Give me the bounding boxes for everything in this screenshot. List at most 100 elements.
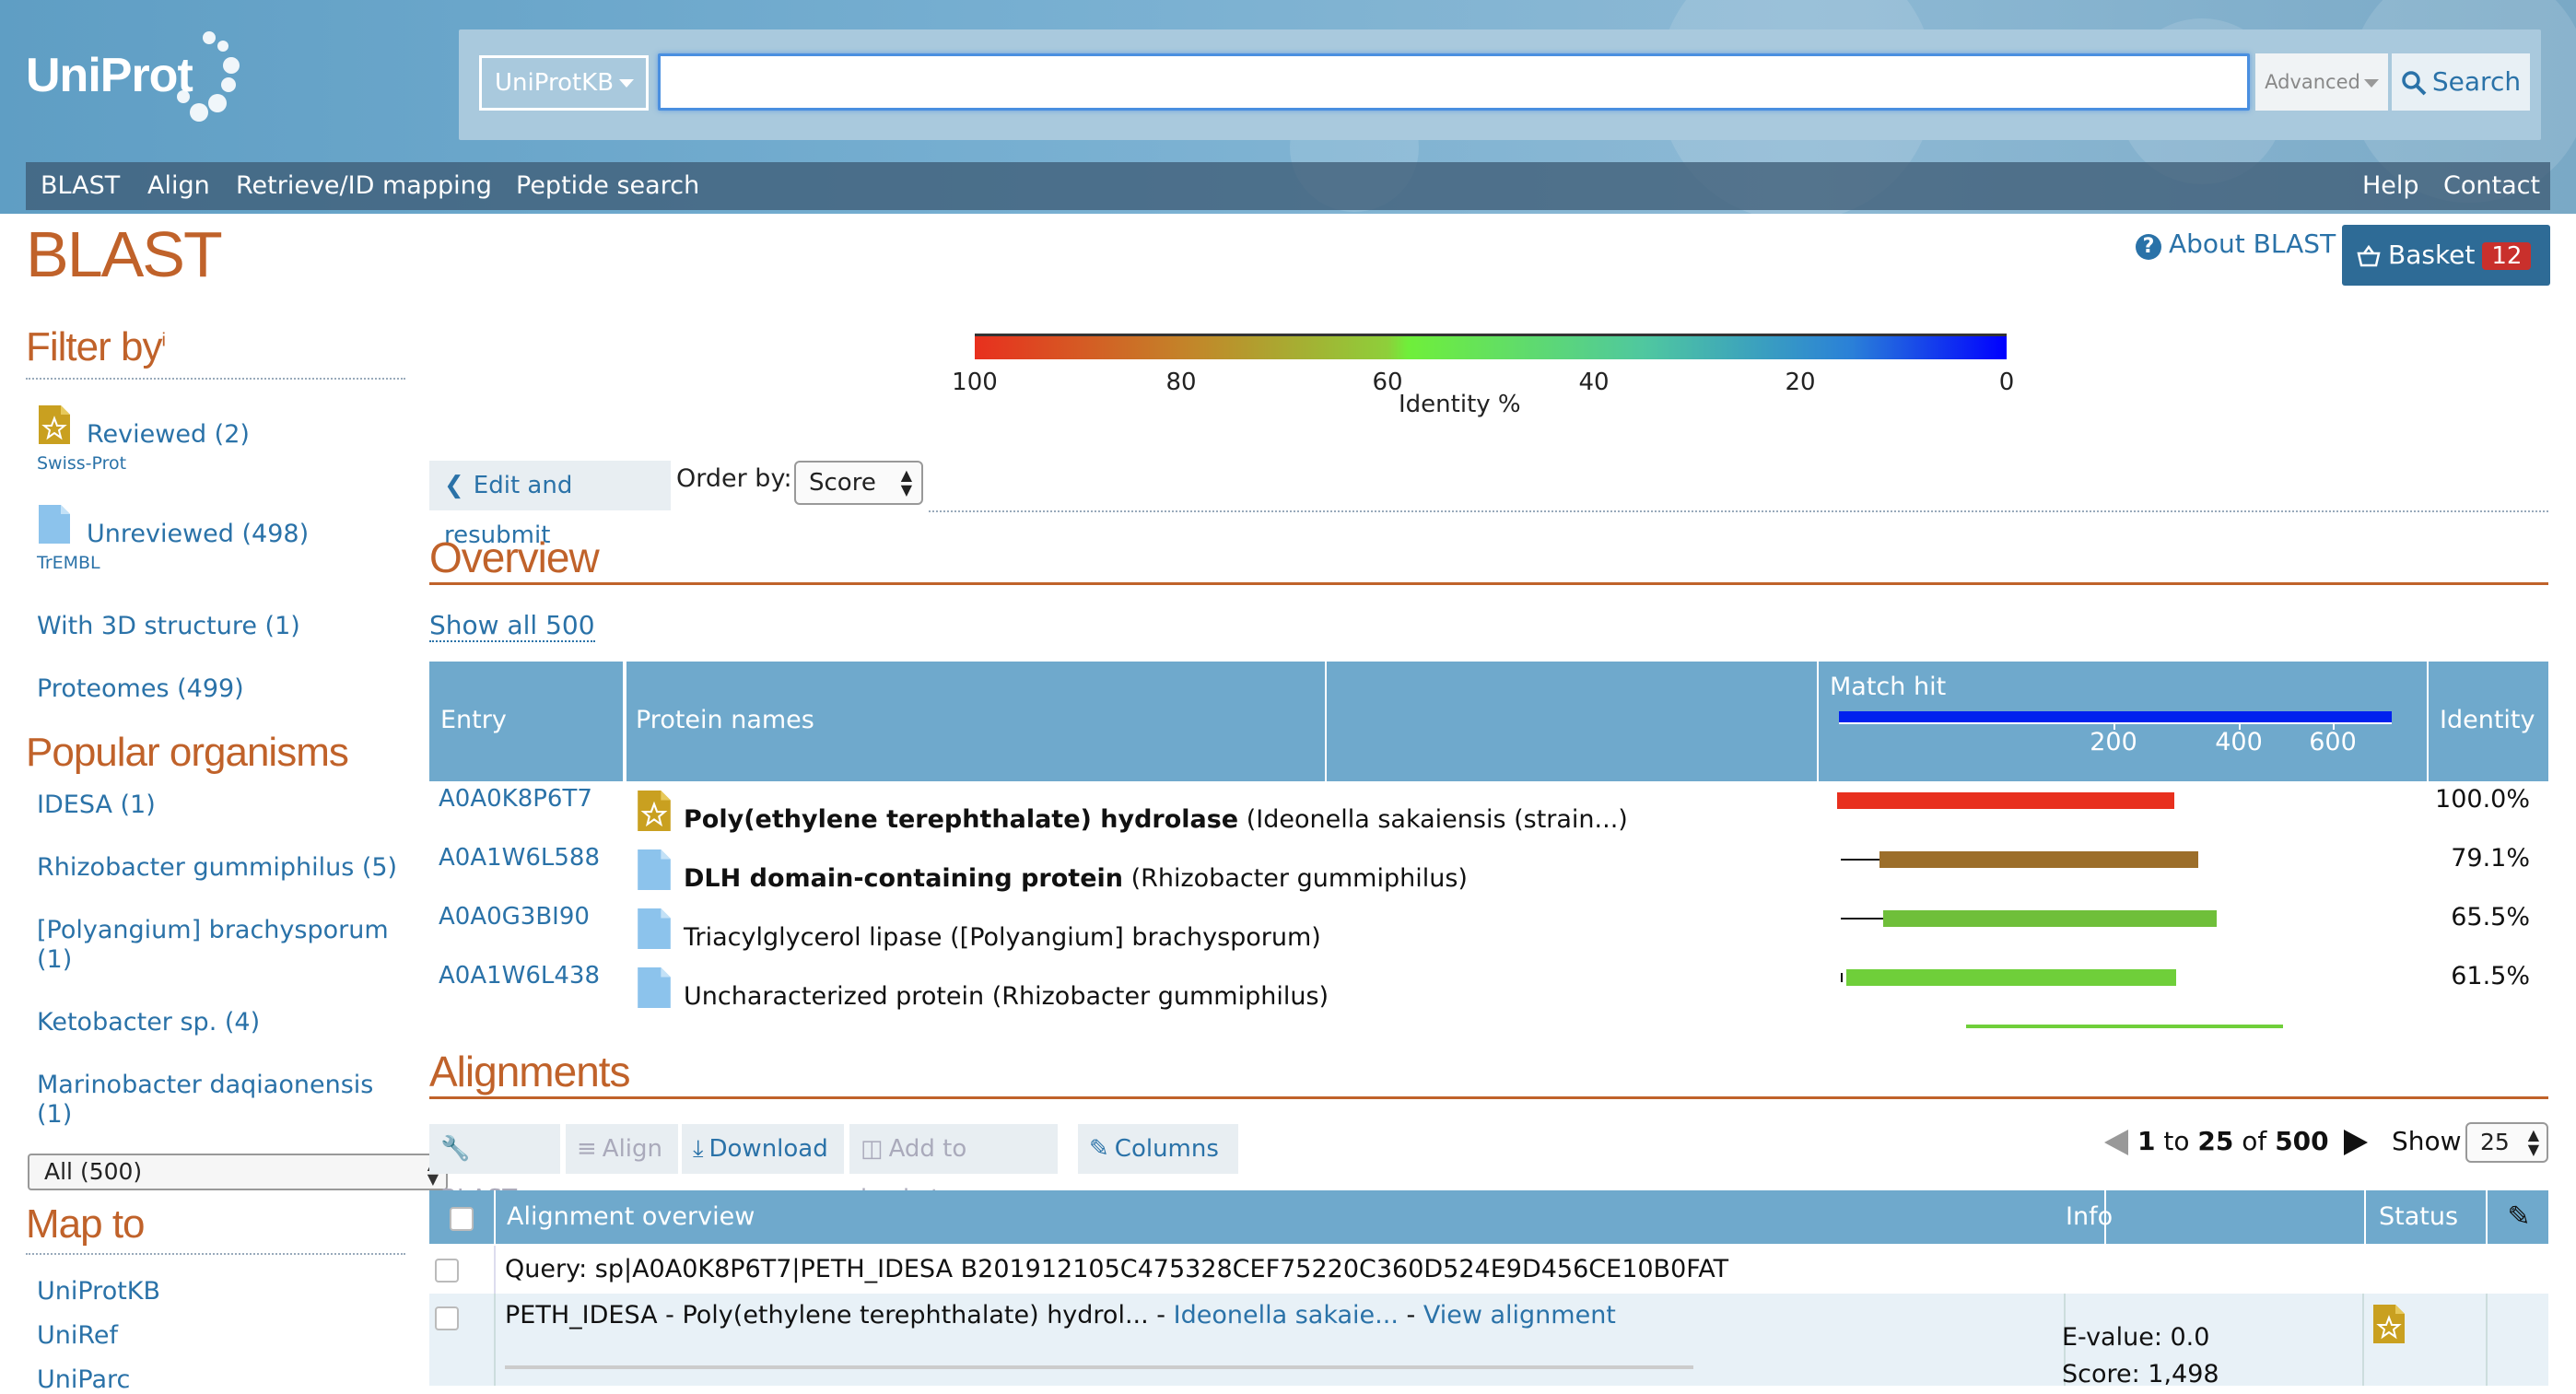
col-protein-names[interactable]: Protein names <box>625 662 1327 781</box>
search-button[interactable]: Search <box>2392 53 2530 111</box>
col-entry[interactable]: Entry <box>429 662 625 781</box>
add-to-basket-button[interactable]: ◫Add to basket <box>849 1124 1058 1212</box>
search-input[interactable] <box>658 53 2250 111</box>
row-checkbox[interactable] <box>435 1306 459 1330</box>
match-axis <box>1839 722 2392 724</box>
basket-button[interactable]: Basket 12 <box>2342 225 2550 322</box>
map-uniref[interactable]: UniRef <box>37 1321 118 1350</box>
col-status[interactable]: Status <box>2368 1190 2488 1244</box>
table-row[interactable] <box>429 1017 2548 1028</box>
align-button[interactable]: ≡ Align <box>566 1124 678 1174</box>
match-hit-line <box>1841 859 1879 861</box>
uniprot-logo[interactable]: UniProt <box>26 48 193 103</box>
organism-link[interactable]: Ideonella sakaie... <box>1174 1301 1399 1330</box>
page-size-select[interactable]: 25 ▲ ▼ <box>2465 1122 2548 1163</box>
match-hit-line <box>1841 918 1883 920</box>
evalue-text: E-value: 0.0 <box>2062 1323 2210 1352</box>
filter-unreviewed[interactable]: Unreviewed (498) <box>87 520 309 548</box>
alignments-heading: Alignments <box>429 1048 631 1095</box>
pencil-icon: ✎ <box>1089 1135 1109 1163</box>
divider <box>929 510 2548 512</box>
edit-columns-button[interactable]: ✎ <box>2489 1190 2548 1244</box>
identity-value: 61.5% <box>2451 962 2530 990</box>
col-info[interactable]: Info <box>2055 1190 2366 1244</box>
table-row[interactable]: A0A1W6L588 DLH domain-containing protein… <box>429 840 2548 899</box>
table-row[interactable]: A0A1W6L438 Uncharacterized protein (Rhiz… <box>429 958 2548 1017</box>
help-icon: ? <box>2136 234 2161 260</box>
col-identity[interactable]: Identity <box>2429 662 2548 781</box>
wrench-icon: 🔧 <box>440 1135 471 1163</box>
organism-select[interactable]: All (500)▲▼ <box>28 1154 448 1190</box>
chevron-left-icon: ❮ <box>444 472 464 499</box>
entry-link[interactable]: A0A1W6L588 <box>439 844 600 872</box>
match-tick-label: 600 <box>2309 728 2357 756</box>
nav-help[interactable]: Help <box>2362 162 2419 210</box>
match-tick-label: 200 <box>2090 728 2137 756</box>
organism-idesa[interactable]: IDESA (1) <box>37 791 156 819</box>
filter-info-icon[interactable]: i <box>161 330 166 350</box>
identity-value: 65.5% <box>2451 903 2530 931</box>
organism-ketobacter[interactable]: Ketobacter sp. (4) <box>37 1008 260 1037</box>
match-hit-bar[interactable] <box>1837 792 2174 809</box>
scale-tick: 20 <box>1785 369 1816 396</box>
match-hit-bar[interactable] <box>1846 969 2176 986</box>
show-all-link[interactable]: Show all 500 <box>429 610 595 642</box>
identity-value: 79.1% <box>2451 844 2530 873</box>
table-row[interactable]: A0A0G3BI90 Triacylglycerol lipase ([Poly… <box>429 899 2548 958</box>
map-to-heading: Map to <box>26 1201 146 1247</box>
hit-description: PETH_IDESA - Poly(ethylene terephthalate… <box>505 1301 1616 1330</box>
col-alignment-overview[interactable]: Alignment overview <box>496 1190 2106 1244</box>
nav-retrieve-id-mapping[interactable]: Retrieve/ID mapping <box>236 162 492 210</box>
database-select[interactable]: UniProtKB <box>479 55 649 111</box>
match-hit-bar[interactable] <box>1966 1025 2283 1028</box>
filter-reviewed[interactable]: Reviewed (2) <box>87 420 250 449</box>
next-page-icon[interactable] <box>2343 1130 2368 1155</box>
match-hit-bar[interactable] <box>1879 851 2198 868</box>
entry-link[interactable]: A0A0K8P6T7 <box>439 785 592 813</box>
download-button[interactable]: ⤓ Download <box>682 1124 844 1174</box>
blast-button[interactable]: 🔧BLAST <box>429 1124 560 1212</box>
protein-name: Triacylglycerol lipase ([Polyangium] bra… <box>684 923 1321 952</box>
logo-dots-icon <box>175 28 240 129</box>
basket-count-badge: 12 <box>2482 242 2532 270</box>
organism-marinobacter-count[interactable]: (1) <box>37 1100 72 1129</box>
filter-3d-structure[interactable]: With 3D structure (1) <box>37 612 300 640</box>
columns-button[interactable]: ✎ Columns <box>1078 1124 1238 1174</box>
filter-proteomes[interactable]: Proteomes (499) <box>37 674 244 703</box>
map-uniparc[interactable]: UniParc <box>37 1365 130 1394</box>
query-row: Query: sp|A0A0K8P6T7|PETH_IDESA B2019121… <box>429 1246 2548 1294</box>
align-icon: ≡ <box>577 1135 597 1163</box>
match-hit-bar[interactable] <box>1883 910 2217 927</box>
nav-align[interactable]: Align <box>147 162 210 210</box>
prev-page-icon[interactable] <box>2104 1130 2128 1155</box>
filter-heading: Filter byi <box>26 324 166 369</box>
select-all-checkbox[interactable] <box>450 1207 474 1231</box>
map-uniprotkb[interactable]: UniProtKB <box>37 1277 160 1306</box>
organism-polyangium-count[interactable]: (1) <box>37 945 72 974</box>
match-tick-label: 400 <box>2215 728 2263 756</box>
table-row[interactable]: A0A0K8P6T7 Poly(ethylene terephthalate) … <box>429 781 2548 840</box>
reviewed-icon <box>638 791 671 831</box>
query-sequence-id: Query: sp|A0A0K8P6T7|PETH_IDESA B2019121… <box>505 1255 1729 1283</box>
basket-icon <box>2357 244 2381 267</box>
nav-peptide-search[interactable]: Peptide search <box>516 162 699 210</box>
divider <box>26 1253 405 1255</box>
scale-tick: 0 <box>1998 369 2015 396</box>
organism-polyangium[interactable]: [Polyangium] brachysporum <box>37 916 389 944</box>
nav-contact[interactable]: Contact <box>2443 162 2540 210</box>
alignment-preview-bar <box>505 1365 1693 1369</box>
nav-blast[interactable]: BLAST <box>41 162 120 210</box>
protein-name: Poly(ethylene terephthalate) hydrolase (… <box>684 805 1628 834</box>
organism-marinobacter[interactable]: Marinobacter daqiaonensis <box>37 1071 373 1099</box>
order-by-select[interactable]: Score ▲ ▼ <box>794 461 923 505</box>
entry-link[interactable]: A0A1W6L438 <box>439 962 600 990</box>
organism-rhizobacter[interactable]: Rhizobacter gummiphilus (5) <box>37 853 397 882</box>
view-alignment-link[interactable]: View alignment <box>1423 1301 1616 1330</box>
row-checkbox[interactable] <box>435 1259 459 1283</box>
entry-link[interactable]: A0A0G3BI90 <box>439 903 590 931</box>
edit-resubmit-button[interactable]: ❮ Edit and resubmit <box>429 461 671 549</box>
table-row[interactable]: PETH_IDESA - Poly(ethylene terephthalate… <box>429 1294 2548 1388</box>
advanced-search-button[interactable]: Advanced <box>2255 53 2388 111</box>
order-by-label: Order by: <box>676 464 792 493</box>
about-blast-link[interactable]: ? About BLAST <box>2136 228 2336 260</box>
